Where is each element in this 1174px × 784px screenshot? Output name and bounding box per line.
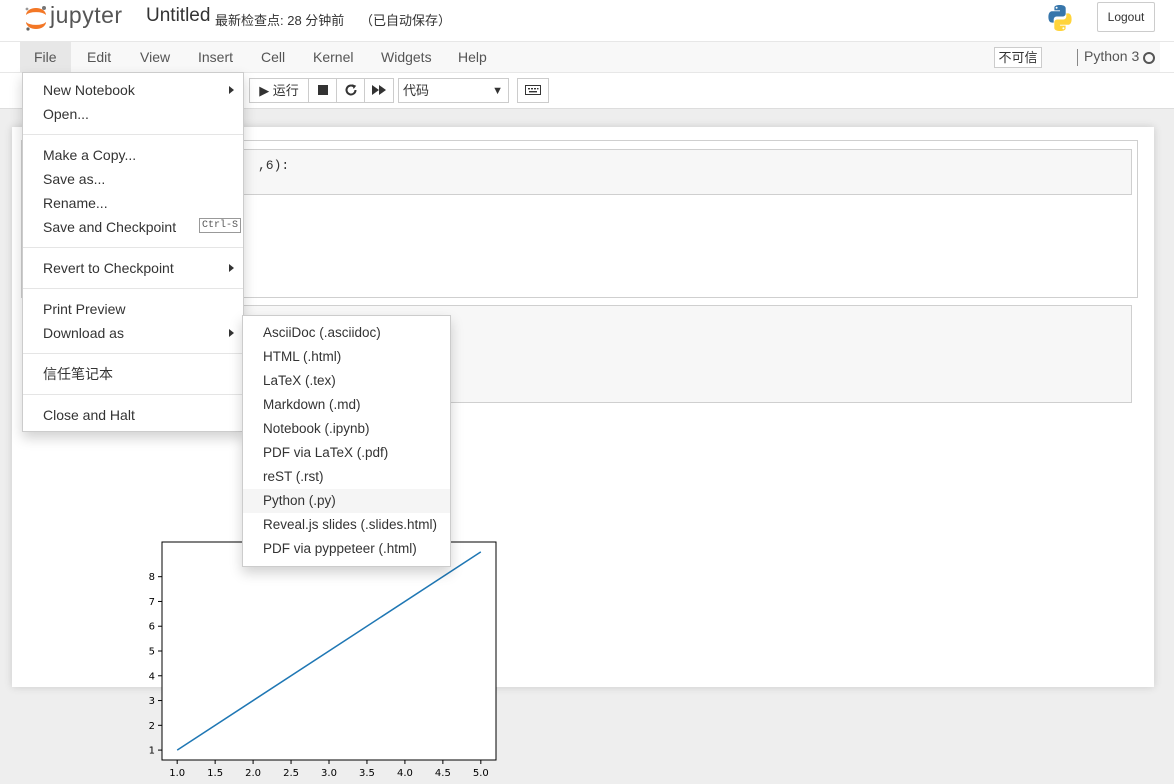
logout-button[interactable]: Logout — [1097, 2, 1155, 32]
menu-view[interactable]: View — [126, 42, 184, 72]
new-notebook-label: New Notebook — [43, 82, 135, 98]
menu-widgets[interactable]: Widgets — [367, 42, 446, 72]
x-tick-label: 2.0 — [245, 768, 261, 779]
restart-button[interactable] — [336, 78, 365, 103]
notebook-title[interactable]: Untitled — [146, 5, 210, 27]
menu-insert[interactable]: Insert — [184, 42, 247, 72]
kernel-name[interactable]: Python 3 — [1084, 48, 1139, 64]
jupyter-logo[interactable]: jupyter — [22, 2, 134, 33]
menu-help[interactable]: Help — [444, 42, 501, 72]
y-tick-label: 4 — [149, 671, 155, 682]
restart-run-all-button[interactable] — [364, 78, 394, 103]
download-asciidoc[interactable]: AsciiDoc (.asciidoc) — [243, 321, 450, 345]
menu-item-download-as[interactable]: Download as — [43, 323, 124, 343]
interrupt-button[interactable] — [308, 78, 337, 103]
autosave-status: （已自动保存） — [360, 13, 452, 28]
fast-forward-icon — [372, 85, 386, 95]
menu-file[interactable]: File — [20, 42, 71, 72]
menubar-inner: File Edit View Insert Cell Kernel Widget… — [20, 42, 1160, 72]
submenu-caret-icon — [229, 86, 234, 94]
save-shortcut-badge: Ctrl-S — [199, 218, 242, 233]
y-tick-label: 5 — [149, 647, 155, 658]
y-tick-label: 6 — [149, 622, 155, 633]
download-python[interactable]: Python (.py) — [243, 489, 450, 513]
kernel-idle-indicator-icon — [1143, 52, 1155, 64]
menu-item-close-halt[interactable]: Close and Halt — [43, 405, 135, 425]
menu-item-save-as[interactable]: Save as... — [43, 169, 105, 189]
menu-item-print-preview[interactable]: Print Preview — [43, 299, 125, 319]
download-pdf-latex[interactable]: PDF via LaTeX (.pdf) — [243, 441, 450, 465]
download-revealjs[interactable]: Reveal.js slides (.slides.html) — [243, 513, 450, 537]
x-tick-label: 5.0 — [473, 768, 489, 779]
restart-icon — [345, 84, 357, 96]
y-tick-label: 1 — [149, 746, 155, 757]
download-notebook[interactable]: Notebook (.ipynb) — [243, 417, 450, 441]
download-rest[interactable]: reST (.rst) — [243, 465, 450, 489]
submenu-caret-icon — [229, 264, 234, 272]
jupyter-logo-text: jupyter — [50, 2, 123, 28]
menu-item-rename[interactable]: Rename... — [43, 193, 108, 213]
run-button[interactable]: ▶ 运行 — [249, 78, 309, 103]
menu-edit[interactable]: Edit — [73, 42, 125, 72]
download-markdown[interactable]: Markdown (.md) — [243, 393, 450, 417]
submenu-caret-icon — [229, 329, 234, 337]
menu-item-new-notebook[interactable]: New Notebook — [43, 80, 243, 100]
command-palette-button[interactable] — [517, 78, 549, 103]
menu-item-revert-checkpoint[interactable]: Revert to Checkpoint — [43, 258, 174, 278]
x-tick-label: 3.0 — [321, 768, 337, 779]
output-line-plot: 1.0 1.5 2.0 2.5 3.0 3.5 4.0 4.5 5.0 1 2 3 4 5 6 7 8 — [149, 541, 497, 779]
stop-icon — [317, 85, 328, 95]
cell-1-code: ,6): — [258, 158, 289, 173]
x-tick-label: 2.5 — [283, 768, 299, 779]
menu-kernel[interactable]: Kernel — [299, 42, 367, 72]
cell-type-value: 代码 — [403, 83, 430, 98]
not-trusted-badge[interactable]: 不可信 — [994, 47, 1042, 68]
y-tick-label: 8 — [149, 572, 155, 583]
menu-item-trust-notebook[interactable]: 信任笔记本 — [43, 364, 113, 384]
x-tick-label: 4.5 — [435, 768, 451, 779]
cell-1-input[interactable]: ,6): — [122, 149, 1132, 195]
checkpoint-status: 最新检查点: 28 分钟前 — [215, 13, 345, 28]
header: jupyter Untitled 最新检查点: 28 分钟前 （已自动保存） L… — [0, 0, 1174, 42]
cell-type-select[interactable]: 代码 ▼ — [398, 78, 509, 103]
menubar: File Edit View Insert Cell Kernel Widget… — [0, 41, 1174, 73]
menu-item-open[interactable]: Open... — [43, 104, 89, 124]
download-latex[interactable]: LaTeX (.tex) — [243, 369, 450, 393]
download-as-submenu: AsciiDoc (.asciidoc) HTML (.html) LaTeX … — [242, 315, 451, 567]
chevron-down-icon: ▼ — [492, 85, 503, 97]
download-pdf-pyppeteer[interactable]: PDF via pyppeteer (.html) — [243, 537, 450, 561]
menu-divider — [23, 288, 243, 289]
x-tick-label: 1.5 — [207, 768, 223, 779]
jupyter-logo-icon — [25, 6, 46, 31]
y-tick-label: 2 — [149, 721, 155, 732]
menu-item-make-copy[interactable]: Make a Copy... — [43, 145, 136, 165]
python-logo-icon — [1045, 3, 1075, 33]
y-tick-label: 7 — [149, 597, 155, 608]
menu-divider — [23, 134, 243, 135]
y-tick-label: 3 — [149, 696, 155, 707]
menu-divider — [23, 394, 243, 395]
download-html[interactable]: HTML (.html) — [243, 345, 450, 369]
file-menu-dropdown: New Notebook Open... Make a Copy... Save… — [22, 72, 244, 432]
menu-divider — [23, 247, 243, 248]
code-fragment: ,6): — [258, 158, 290, 173]
x-tick-label: 1.0 — [169, 768, 185, 779]
menu-cell[interactable]: Cell — [247, 42, 299, 72]
kernel-divider — [1077, 49, 1078, 66]
x-tick-label: 4.0 — [397, 768, 413, 779]
menu-divider — [23, 353, 243, 354]
keyboard-icon — [525, 85, 541, 95]
save-checkpoint-label: Save and Checkpoint — [43, 219, 177, 235]
menu-item-save-checkpoint[interactable]: Save and Checkpoint Ctrl-S — [43, 217, 243, 237]
x-tick-label: 3.5 — [359, 768, 375, 779]
